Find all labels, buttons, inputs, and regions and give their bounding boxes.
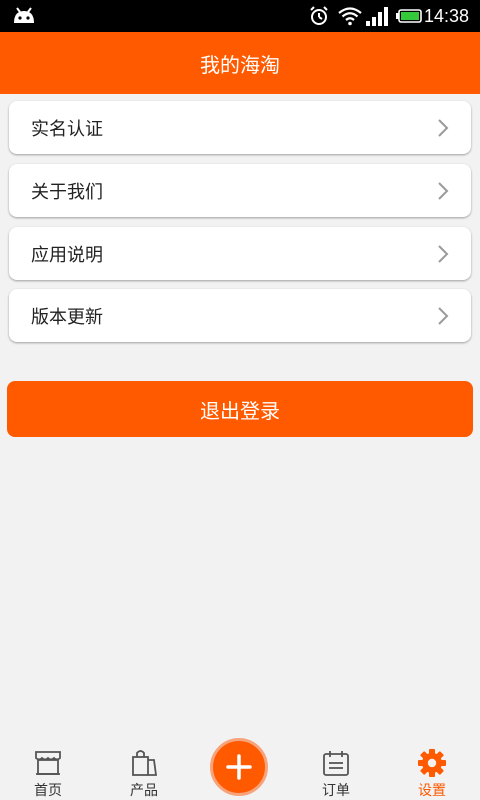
menu-item-label: 应用说明 [31,244,103,266]
menu-item-real-name-verification[interactable]: 实名认证 [9,101,471,154]
chevron-right-icon [438,182,449,200]
tab-products[interactable]: 产品 [109,748,179,800]
menu-item-label: 关于我们 [31,181,103,203]
page-title: 我的海淘 [200,52,280,77]
chevron-right-icon [438,119,449,137]
tab-settings[interactable]: 设置 [397,748,467,800]
status-time: 14:38 [424,6,470,26]
android-icon [14,7,34,23]
plus-icon [226,754,252,780]
tab-orders-label: 订单 [322,783,350,799]
status-bar: 14:38 [0,0,480,32]
chevron-right-icon [438,307,449,325]
tab-products-label: 产品 [130,783,158,799]
calendar-icon [323,751,349,776]
wifi-icon [338,7,362,26]
tab-settings-label: 设置 [418,783,446,799]
storefront-icon [35,751,61,775]
shopping-bag-icon [132,750,158,776]
tab-orders[interactable]: 订单 [301,748,371,800]
menu-item-app-instructions[interactable]: 应用说明 [9,227,471,280]
signal-icon [366,7,388,26]
add-button[interactable] [210,738,268,796]
logout-button-label: 退出登录 [200,398,280,423]
menu-item-label: 版本更新 [31,306,103,328]
tab-home-label: 首页 [34,783,62,799]
menu-item-version-update[interactable]: 版本更新 [9,289,471,342]
logout-button[interactable]: 退出登录 [7,381,473,437]
chevron-right-icon [438,245,449,263]
battery-icon [396,9,422,23]
alarm-icon [310,6,328,25]
menu-item-label: 实名认证 [31,118,103,140]
gear-icon [418,749,446,777]
menu-item-about-us[interactable]: 关于我们 [9,164,471,217]
app-header: 我的海淘 [0,32,480,94]
tab-home[interactable]: 首页 [13,748,83,800]
